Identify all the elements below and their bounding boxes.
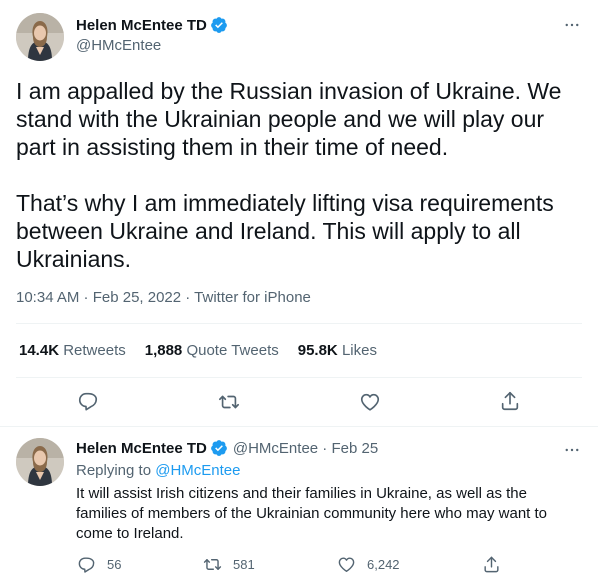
divider [16, 377, 582, 378]
tweet-text-line: between Ukraine and Ireland. This will a… [16, 218, 521, 244]
avatar-image [16, 438, 64, 486]
reply-text-line: families of members of the Ukrainian com… [76, 505, 548, 522]
author-name[interactable]: Helen McEntee TD [76, 17, 207, 34]
retweet-icon [203, 559, 222, 570]
avatar-image [16, 13, 64, 61]
like-count: 6,242 [367, 557, 400, 572]
replying-to: Replying to @HMcEntee [76, 462, 240, 479]
reply-count: 56 [107, 557, 122, 572]
retweet-action[interactable]: 581 [203, 555, 255, 574]
reply-tweet-text: It will assist Irish citizens and their … [76, 484, 576, 544]
share-icon [484, 556, 499, 573]
reply-author-row[interactable]: Helen McEntee TD @HMcEntee · Feb 25 [76, 439, 378, 457]
tweet-text-line: That’s why I am immediately lifting visa… [16, 190, 554, 216]
retweets-count: 14.4K [19, 342, 60, 359]
like-icon [338, 557, 355, 572]
reply-icon[interactable] [77, 390, 99, 412]
retweets-label: Retweets [63, 342, 126, 359]
reply-text-line: come to Ireland. [76, 525, 184, 542]
retweet-icon[interactable] [218, 391, 240, 413]
likes-label: Likes [341, 342, 377, 359]
reply-author-handle[interactable]: @HMcEntee · Feb 25 [233, 440, 378, 457]
quote-tweets-stat[interactable]: 1,888 Quote Tweets [145, 342, 279, 359]
like-icon[interactable] [359, 391, 381, 413]
divider [16, 323, 582, 324]
like-action[interactable]: 6,242 [337, 555, 400, 574]
share-action[interactable] [482, 555, 512, 574]
tweet-text-paragraph-1: I am appalled by the Russian invasion of… [16, 77, 582, 161]
quote-tweets-label: Quote Tweets [186, 342, 279, 359]
author-handle[interactable]: @HMcEntee [76, 37, 161, 54]
reply-text-line: It will assist Irish citizens and their … [76, 485, 527, 502]
reply-author-avatar[interactable] [16, 438, 64, 486]
tweet-stats: 14.4K Retweets 1,888 Quote Tweets 95.8K … [19, 342, 396, 359]
retweets-stat[interactable]: 14.4K Retweets [19, 342, 126, 359]
likes-count: 95.8K [297, 342, 338, 359]
author-avatar[interactable] [16, 13, 64, 61]
reply-author-name[interactable]: Helen McEntee TD [76, 440, 207, 457]
verified-badge-icon [210, 16, 228, 34]
replying-to-prefix: Replying to [76, 462, 152, 479]
tweet-timestamp[interactable]: 10:34 AM · Feb 25, 2022 · Twitter for iP… [16, 289, 311, 306]
tweet-text-paragraph-2: That’s why I am immediately lifting visa… [16, 189, 582, 273]
replying-to-link[interactable]: @HMcEntee [155, 462, 240, 479]
quote-tweets-count: 1,888 [144, 342, 183, 359]
more-options-icon[interactable] [561, 14, 583, 36]
retweet-count: 581 [233, 557, 255, 572]
share-icon[interactable] [499, 390, 521, 412]
more-options-icon[interactable] [561, 439, 583, 461]
likes-stat[interactable]: 95.8K Likes [298, 342, 377, 359]
reply-action[interactable]: 56 [77, 555, 121, 574]
tweet-text-line: part in assisting them in their time of … [16, 134, 449, 160]
tweet-text-line: Ukrainians. [16, 246, 132, 272]
verified-badge-icon [210, 439, 228, 457]
reply-icon [78, 557, 95, 573]
divider [0, 426, 598, 427]
author-name-row[interactable]: Helen McEntee TD [76, 16, 228, 34]
tweet-text-line: I am appalled by the Russian invasion of… [16, 78, 562, 104]
tweet-text-line: stand with the Ukrainian people and we w… [16, 106, 545, 132]
